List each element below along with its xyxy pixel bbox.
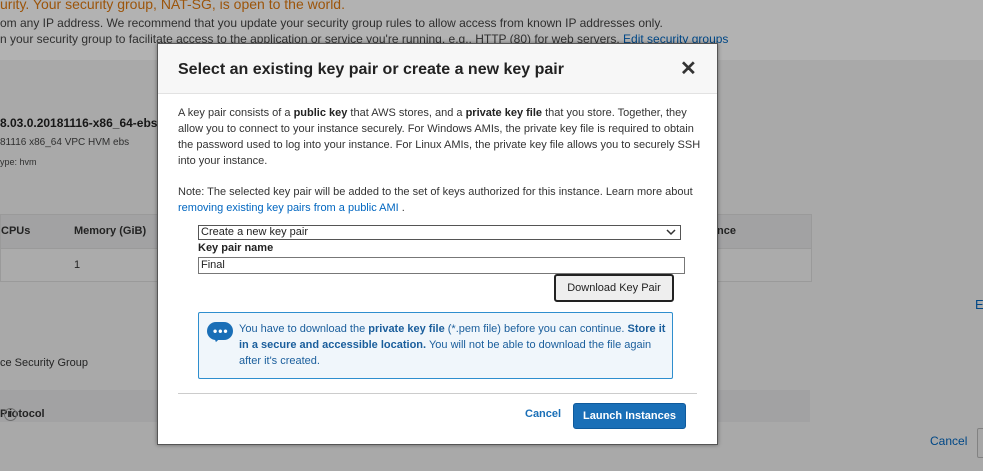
launch-instances-button[interactable]: Launch Instances — [573, 403, 686, 429]
dialog-title: Select an existing key pair or create a … — [178, 61, 564, 78]
cancel-button[interactable]: Cancel — [525, 408, 561, 420]
footer-divider — [178, 393, 697, 394]
key-pair-name-input[interactable]: Final — [198, 257, 685, 274]
note-end: . — [398, 202, 405, 214]
note-text: Note: The selected key pair will be adde… — [178, 184, 703, 216]
removing-key-pairs-link[interactable]: removing existing key pairs from a publi… — [178, 202, 399, 214]
key-pair-description: A key pair consists of a public key that… — [178, 105, 703, 169]
download-key-pair-button[interactable]: Download Key Pair — [554, 274, 674, 302]
info-alert: ••• You have to download the private key… — [198, 312, 673, 379]
key-pair-dialog: Select an existing key pair or create a … — [157, 43, 718, 445]
key-pair-select[interactable]: Create a new key pair — [198, 225, 681, 240]
key-pair-select-value: Create a new key pair — [201, 226, 308, 238]
intro-public-key: public key — [293, 107, 348, 119]
chevron-down-icon — [666, 229, 676, 236]
close-icon[interactable]: ✕ — [680, 59, 697, 79]
chat-dots: ••• — [213, 324, 229, 338]
alert-message: You have to download the private key fil… — [239, 321, 667, 369]
intro-text-2: that AWS stores, and a — [347, 107, 466, 119]
intro-private-key-file: private key file — [465, 107, 543, 119]
alert-text-1: You have to download the — [239, 323, 369, 335]
dialog-header: Select an existing key pair or create a … — [158, 44, 717, 94]
note-body: Note: The selected key pair will be adde… — [178, 186, 693, 198]
intro-text-1: A key pair consists of a — [178, 107, 294, 119]
key-pair-name-label: Key pair name — [198, 242, 274, 254]
chat-bubble-icon: ••• — [207, 322, 233, 340]
alert-text-2: (*.pem file) before you can continue. — [444, 323, 628, 335]
alert-private-key-file: private key file — [368, 323, 445, 335]
